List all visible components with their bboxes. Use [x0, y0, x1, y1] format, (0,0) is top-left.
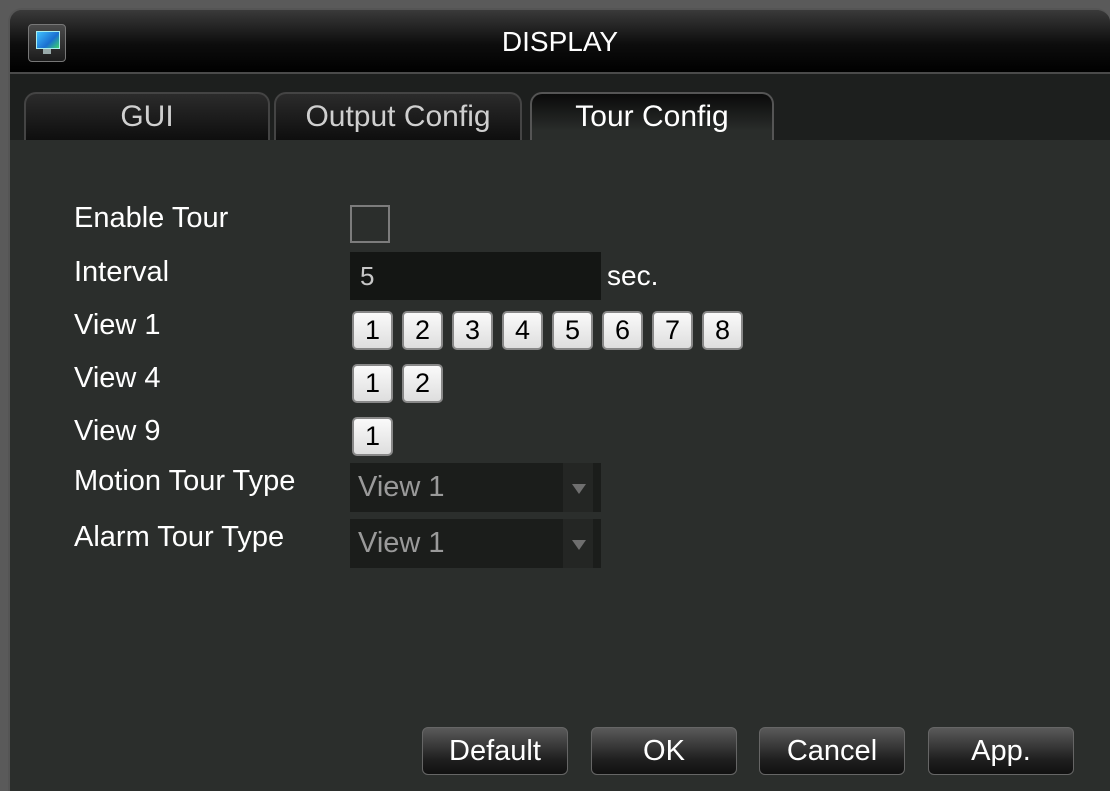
- view1-channel-button[interactable]: 2: [402, 311, 443, 350]
- motion-tour-type-select[interactable]: View 1: [350, 463, 601, 512]
- view4-group-button[interactable]: 1: [352, 364, 393, 403]
- ok-button[interactable]: OK: [591, 727, 737, 775]
- tab-tour-config[interactable]: Tour Config: [530, 92, 774, 140]
- display-window: DISPLAY GUI Output Config Tour Config En…: [8, 8, 1110, 791]
- apply-button[interactable]: App.: [928, 727, 1074, 775]
- motion-tour-type-value: View 1: [358, 471, 445, 503]
- chevron-down-icon[interactable]: [563, 463, 593, 512]
- view4-label: View 4: [74, 362, 161, 394]
- view4-group-button[interactable]: 2: [402, 364, 443, 403]
- tab-gui[interactable]: GUI: [24, 92, 270, 140]
- enable-tour-label: Enable Tour: [74, 202, 229, 234]
- tab-output-config[interactable]: Output Config: [274, 92, 522, 140]
- view1-channel-button[interactable]: 8: [702, 311, 743, 350]
- interval-unit: sec.: [607, 260, 659, 291]
- motion-tour-type-label: Motion Tour Type: [74, 465, 296, 497]
- tab-bar: GUI Output Config Tour Config: [10, 74, 1110, 140]
- cancel-button[interactable]: Cancel: [759, 727, 905, 775]
- chevron-down-icon[interactable]: [563, 519, 593, 568]
- tour-config-panel: Enable Tour Interval 5 sec. View 1 1 2 3…: [10, 140, 1110, 790]
- view1-label: View 1: [74, 309, 161, 341]
- alarm-tour-type-select[interactable]: View 1: [350, 519, 601, 568]
- interval-input[interactable]: 5: [350, 252, 601, 300]
- alarm-tour-type-value: View 1: [358, 527, 445, 559]
- view1-channel-button[interactable]: 3: [452, 311, 493, 350]
- view1-channel-button[interactable]: 1: [352, 311, 393, 350]
- interval-label: Interval: [74, 256, 170, 288]
- view9-label: View 9: [74, 415, 161, 447]
- view9-group-button[interactable]: 1: [352, 417, 393, 456]
- view1-channel-button[interactable]: 7: [652, 311, 693, 350]
- enable-tour-checkbox[interactable]: [350, 205, 390, 243]
- view1-channel-button[interactable]: 6: [602, 311, 643, 350]
- window-title: DISPLAY: [501, 26, 619, 57]
- alarm-tour-type-label: Alarm Tour Type: [74, 521, 285, 553]
- view1-channel-button[interactable]: 5: [552, 311, 593, 350]
- view1-channel-button[interactable]: 4: [502, 311, 543, 350]
- title-bar: DISPLAY: [10, 10, 1110, 74]
- default-button[interactable]: Default: [422, 727, 568, 775]
